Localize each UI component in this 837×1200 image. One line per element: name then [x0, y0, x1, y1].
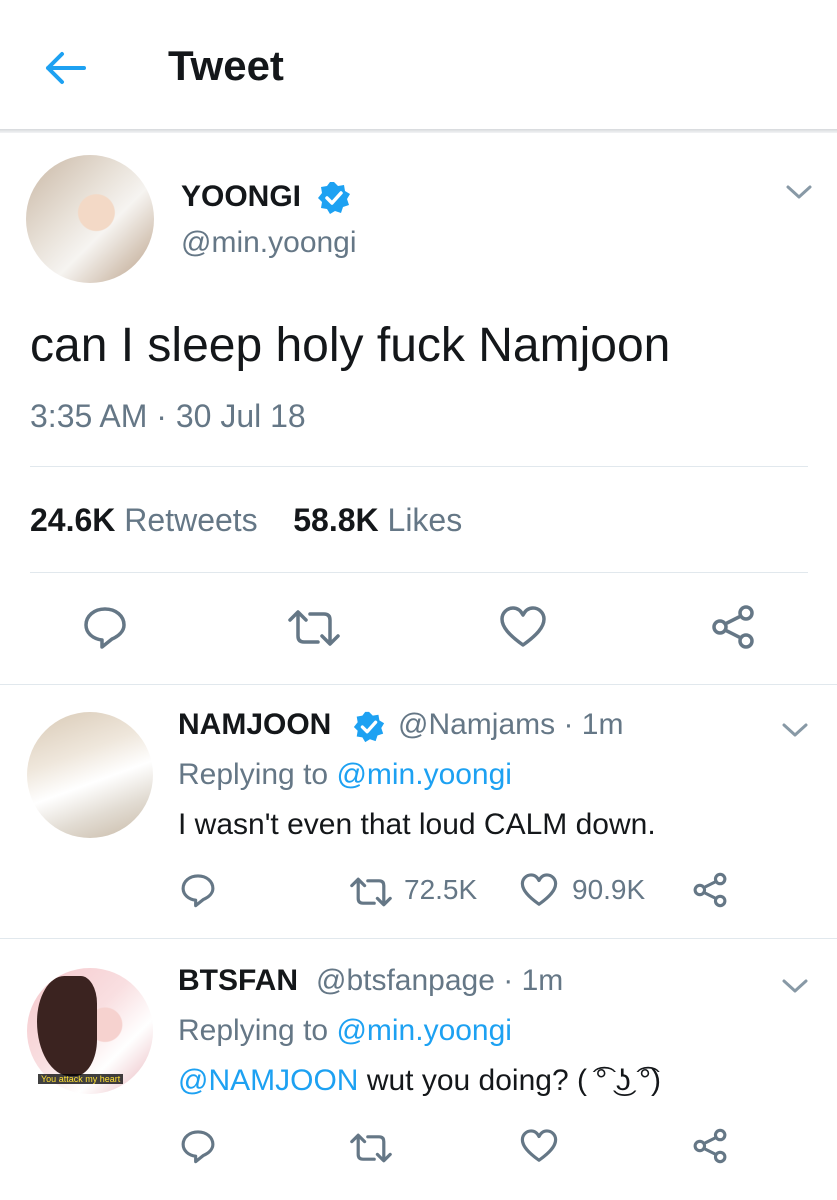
replying-to-link[interactable]: @min.yoongi [336, 1014, 512, 1047]
divider [30, 572, 808, 573]
tweet-stats: 24.6K Retweets 58.8K Likes [30, 502, 462, 539]
replying-to: Replying to @min.yoongi [178, 758, 512, 791]
reply-text: I wasn't even that loud CALM down. [178, 808, 656, 841]
retweet-icon[interactable] [348, 1132, 394, 1164]
reply-author-name[interactable]: NAMJOON [178, 708, 331, 742]
tweet-timestamp[interactable]: 3:35 AM · 30 Jul 18 [30, 398, 306, 435]
reply-icon[interactable] [82, 604, 128, 650]
page-title: Tweet [168, 42, 284, 89]
share-icon[interactable] [710, 604, 756, 650]
author-name[interactable]: YOONGI [181, 180, 301, 214]
divider [30, 466, 808, 467]
retweet-count: 72.5K [404, 874, 478, 905]
divider [0, 684, 837, 685]
avatar-illustration [37, 976, 97, 1076]
reply-text: @NAMJOON wut you doing? ( ͡° ͜ʖ ͡°) [178, 1064, 661, 1098]
reply-handle-time: @Namjams · 1m [398, 708, 623, 742]
likes-stat[interactable]: 58.8K Likes [293, 502, 462, 538]
reply-time: · 1m [563, 708, 624, 741]
reply-author-name[interactable]: BTSFAN [178, 964, 298, 998]
avatar-caption: You attack my heart [38, 1074, 124, 1084]
reply-handle[interactable]: @Namjams [398, 708, 555, 741]
reply-time: · 1m [503, 964, 564, 997]
share-icon[interactable] [692, 872, 728, 908]
avatar[interactable] [26, 155, 154, 283]
retweet-icon[interactable] [348, 876, 394, 908]
like-icon[interactable] [520, 1128, 558, 1164]
back-button[interactable] [40, 46, 90, 90]
reply-icon[interactable] [180, 1128, 216, 1164]
arrow-left-icon [46, 52, 86, 84]
avatar[interactable] [27, 712, 153, 838]
mention-link[interactable]: @NAMJOON [178, 1064, 358, 1097]
replying-to: Replying to @min.yoongi [178, 1014, 512, 1047]
author-handle[interactable]: @min.yoongi [181, 226, 357, 260]
reply-handle[interactable]: @btsfanpage [316, 964, 495, 997]
tweet-text: can I sleep holy fuck Namjoon [30, 319, 671, 372]
chevron-down-icon[interactable] [780, 720, 810, 740]
retweet-icon[interactable] [286, 608, 342, 648]
verified-badge-icon [353, 711, 385, 743]
reply-handle-time: @btsfanpage · 1m [316, 964, 563, 998]
like-icon[interactable] [499, 605, 547, 649]
divider [0, 938, 837, 939]
like-icon[interactable] [520, 872, 558, 908]
verified-badge-icon [318, 182, 350, 214]
chevron-down-icon[interactable] [784, 182, 814, 202]
chevron-down-icon[interactable] [780, 976, 810, 996]
top-bar: Tweet [0, 0, 837, 130]
replying-to-link[interactable]: @min.yoongi [336, 758, 512, 791]
retweets-stat[interactable]: 24.6K Retweets [30, 502, 258, 538]
header-divider [0, 129, 837, 133]
reply-body: wut you doing? ( ͡° ͜ʖ ͡°) [366, 1064, 661, 1097]
reply-icon[interactable] [180, 872, 216, 908]
like-count: 90.9K [572, 874, 646, 905]
share-icon[interactable] [692, 1128, 728, 1164]
